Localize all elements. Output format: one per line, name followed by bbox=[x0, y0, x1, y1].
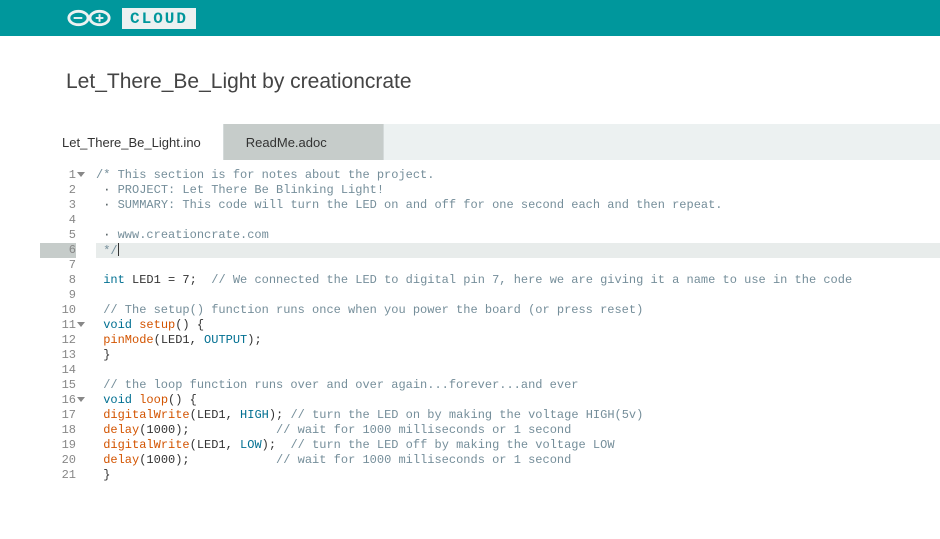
line-number: 3 bbox=[40, 198, 76, 213]
code-area[interactable]: /* This section is for notes about the p… bbox=[80, 168, 940, 483]
code-line[interactable]: } bbox=[96, 348, 940, 363]
line-number: 19 bbox=[40, 438, 76, 453]
line-number: 4 bbox=[40, 213, 76, 228]
code-line[interactable]: · PROJECT: Let There Be Blinking Light! bbox=[96, 183, 940, 198]
code-line[interactable] bbox=[96, 363, 940, 378]
code-line[interactable]: void loop() { bbox=[96, 393, 940, 408]
line-number: 5 bbox=[40, 228, 76, 243]
tab-bar: Let_There_Be_Light.ino ReadMe.adoc bbox=[40, 124, 940, 160]
line-number: 14 bbox=[40, 363, 76, 378]
code-line[interactable]: } bbox=[96, 468, 940, 483]
line-number: 18 bbox=[40, 423, 76, 438]
code-line[interactable]: pinMode(LED1, OUTPUT); bbox=[96, 333, 940, 348]
code-line[interactable]: // The setup() function runs once when y… bbox=[96, 303, 940, 318]
tab-sketch[interactable]: Let_There_Be_Light.ino bbox=[40, 124, 224, 160]
line-number: 9 bbox=[40, 288, 76, 303]
code-line[interactable]: */ bbox=[96, 243, 940, 258]
cloud-badge[interactable]: CLOUD bbox=[122, 8, 196, 29]
arduino-logo-icon bbox=[66, 8, 112, 28]
text-cursor bbox=[118, 243, 119, 256]
line-number-gutter: 123456789101112131415161718192021 bbox=[40, 168, 80, 483]
code-line[interactable]: // the loop function runs over and over … bbox=[96, 378, 940, 393]
line-number: 7 bbox=[40, 258, 76, 273]
code-line[interactable]: digitalWrite(LED1, LOW); // turn the LED… bbox=[96, 438, 940, 453]
line-number: 13 bbox=[40, 348, 76, 363]
line-number: 6 bbox=[40, 243, 76, 258]
code-line[interactable] bbox=[96, 258, 940, 273]
code-line[interactable]: int LED1 = 7; // We connected the LED to… bbox=[96, 273, 940, 288]
line-number: 17 bbox=[40, 408, 76, 423]
page-title: Let_There_Be_Light by creationcrate bbox=[66, 70, 940, 94]
code-line[interactable]: /* This section is for notes about the p… bbox=[96, 168, 940, 183]
top-bar: CLOUD bbox=[0, 0, 940, 36]
line-number: 8 bbox=[40, 273, 76, 288]
code-line[interactable]: · www.creationcrate.com bbox=[96, 228, 940, 243]
line-number: 2 bbox=[40, 183, 76, 198]
line-number: 16 bbox=[40, 393, 76, 408]
main-content: Let_There_Be_Light by creationcrate Let_… bbox=[0, 36, 940, 483]
code-line[interactable] bbox=[96, 213, 940, 228]
line-number: 20 bbox=[40, 453, 76, 468]
line-number: 15 bbox=[40, 378, 76, 393]
code-editor[interactable]: 123456789101112131415161718192021 /* Thi… bbox=[40, 160, 940, 483]
code-line[interactable]: delay(1000); // wait for 1000 millisecon… bbox=[96, 423, 940, 438]
line-number: 1 bbox=[40, 168, 76, 183]
code-line[interactable] bbox=[96, 288, 940, 303]
line-number: 12 bbox=[40, 333, 76, 348]
line-number: 10 bbox=[40, 303, 76, 318]
code-line[interactable]: void setup() { bbox=[96, 318, 940, 333]
code-line[interactable]: digitalWrite(LED1, HIGH); // turn the LE… bbox=[96, 408, 940, 423]
tab-readme[interactable]: ReadMe.adoc bbox=[224, 124, 384, 160]
line-number: 11 bbox=[40, 318, 76, 333]
line-number: 21 bbox=[40, 468, 76, 483]
code-line[interactable]: delay(1000); // wait for 1000 millisecon… bbox=[96, 453, 940, 468]
code-line[interactable]: · SUMMARY: This code will turn the LED o… bbox=[96, 198, 940, 213]
